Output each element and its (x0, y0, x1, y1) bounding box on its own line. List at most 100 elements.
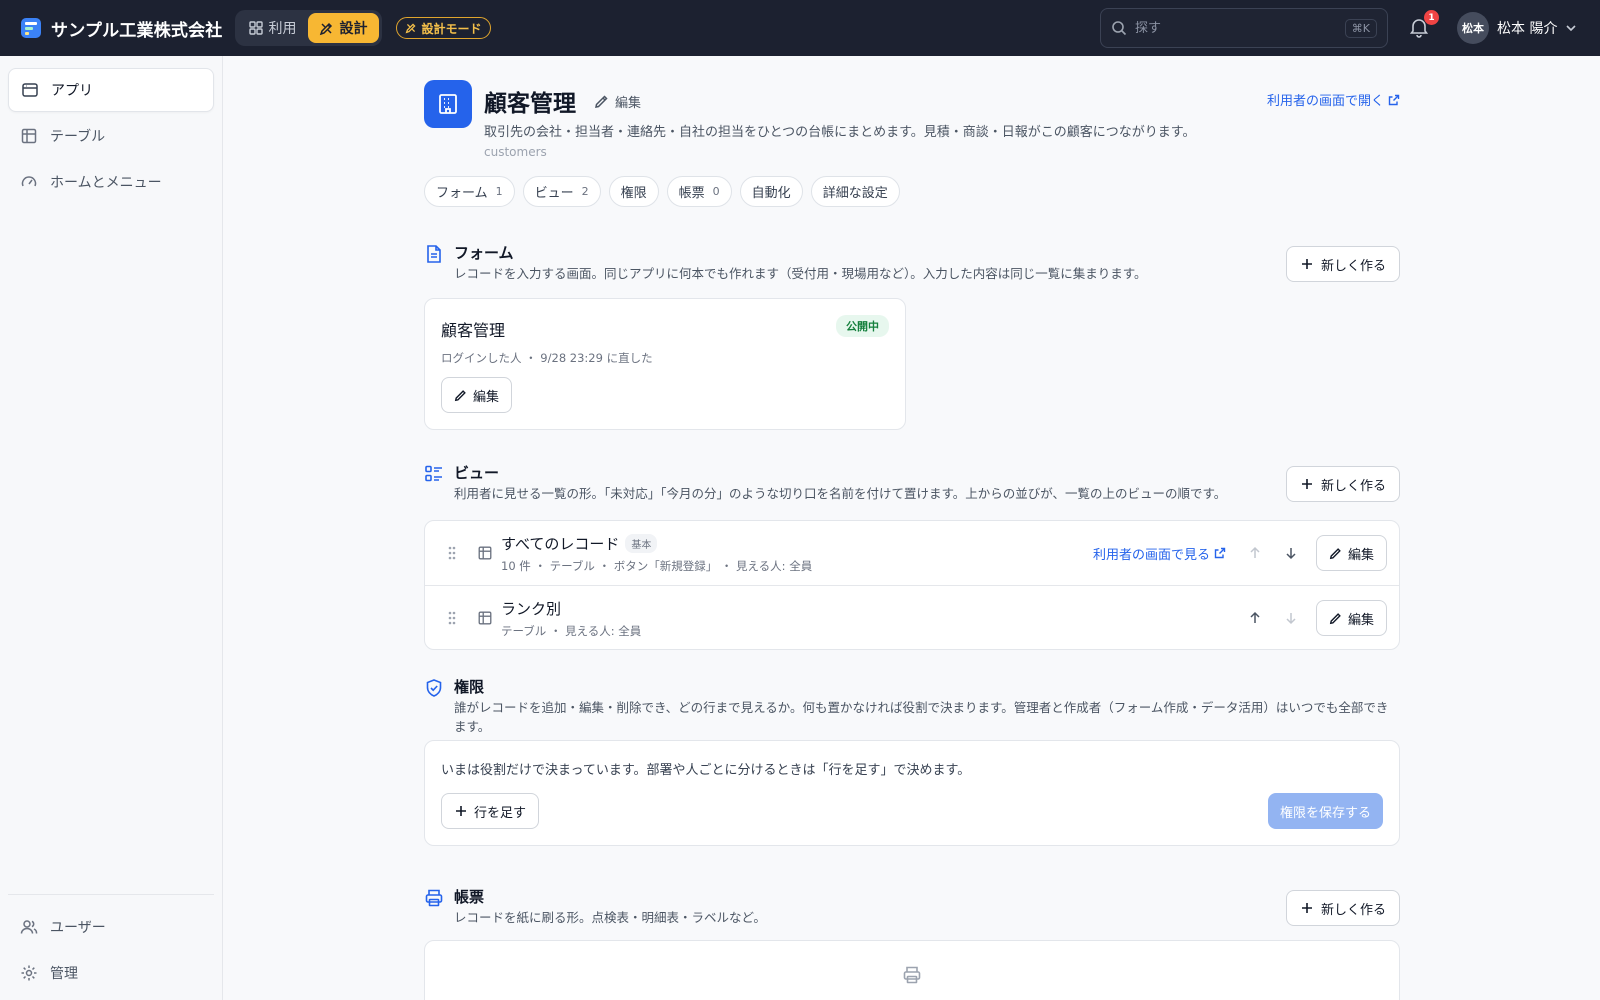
open-user-view-link[interactable]: 利用者の画面で開く (1267, 90, 1400, 109)
list-item: すべてのレコード 基本 10 件 ・ テーブル ・ ボタン「新規登録」 ・ 見え… (425, 521, 1399, 585)
mode-design-button[interactable]: 設計 (307, 13, 379, 43)
mode-switch: 利用 設計 (234, 10, 382, 46)
sidebar-item-home-menu[interactable]: ホームとメニュー (8, 160, 214, 204)
tab-forms[interactable]: フォーム 1 (424, 176, 515, 207)
tab-reports[interactable]: 帳票 0 (666, 176, 732, 207)
search-input[interactable] (1135, 20, 1337, 36)
document-icon (424, 244, 444, 264)
move-up-button[interactable] (1244, 542, 1266, 564)
move-up-button[interactable] (1244, 607, 1266, 629)
move-down-button[interactable] (1280, 542, 1302, 564)
sidebar: アプリ テーブル ホームとメニュー ユーザー 管理 (0, 56, 223, 1000)
new-report-label: 新しく作る (1320, 902, 1386, 918)
edit-view-button[interactable]: 編集 (1315, 600, 1387, 636)
save-permissions-button[interactable]: 権限を保存する (1267, 793, 1383, 829)
view-meta: 10 件 ・ テーブル ・ ボタン「新規登録」 ・ 見える人: 全員 (501, 559, 813, 573)
tab-views[interactable]: ビュー 2 (522, 176, 601, 207)
tab-permissions[interactable]: 権限 (608, 176, 659, 207)
arrow-down-icon (1284, 546, 1298, 560)
tab-advanced-settings[interactable]: 詳細な設定 (810, 176, 900, 207)
company-logo-icon (20, 17, 42, 39)
app-description: 取引先の会社・担当者・連絡先・自社の担当をひとつの台帳にまとめます。見積・商談・… (484, 125, 1196, 140)
table-icon (477, 545, 493, 561)
app-header: 顧客管理 編集 取引先の会社・担当者・連絡先・自社の担当をひとつの台帳にまとめま… (424, 56, 1400, 168)
notification-count-badge: 1 (1424, 10, 1439, 25)
search-shortcut: ⌘K (1344, 18, 1377, 38)
sidebar-item-apps[interactable]: アプリ (8, 68, 214, 112)
sidebar-item-tables[interactable]: テーブル (8, 114, 214, 158)
tab-label: ビュー (534, 186, 574, 201)
external-link-icon (1388, 94, 1400, 106)
view-link-label: 利用者の画面で見る (1092, 547, 1210, 563)
section-tabs: フォーム 1 ビュー 2 権限 帳票 0 自動化 詳細な設定 (424, 176, 1400, 207)
permissions-card: いまは役割だけで決まっています。部署や人ごとに分けるときは「行を足す」で決めます… (424, 740, 1400, 846)
tab-label: 帳票 (678, 186, 705, 201)
chevron-down-icon (1565, 22, 1577, 34)
shield-check-icon (424, 678, 444, 698)
permissions-section: 権限 誰がレコードを追加・編集・削除でき、どの行まで見えるか。何も置かなければ役… (424, 676, 1400, 846)
form-card: 顧客管理 公開中 ログインした人 ・ 9/28 23:29 に直した 編集 (424, 298, 906, 430)
drag-handle-icon[interactable] (447, 545, 457, 561)
edit-label: 編集 (473, 389, 500, 405)
main-content: 顧客管理 編集 取引先の会社・担当者・連絡先・自社の担当をひとつの台帳にまとめま… (424, 56, 1400, 1000)
forms-section-title: フォーム (454, 244, 514, 262)
edit-form-button[interactable]: 編集 (441, 377, 513, 413)
list-item: ランク別 テーブル ・ 見える人: 全員 編集 (425, 585, 1399, 649)
basic-tag: 基本 (625, 534, 658, 553)
views-section-header: ビュー 利用者に見せる一覧の形。「未対応」「今月の分」のような切り口を名前を付け… (424, 462, 1400, 512)
permissions-note: いまは役割だけで決まっています。部署や人ごとに分けるときは「行を足す」で決めます… (441, 763, 971, 778)
views-section-description: 利用者に見せる一覧の形。「未対応」「今月の分」のような切り口を名前を付けて置けま… (454, 486, 1227, 501)
new-view-button[interactable]: 新しく作る (1285, 466, 1400, 502)
add-row-label: 行を足す (474, 805, 527, 821)
mode-use-label: 利用 (268, 21, 297, 37)
app-key: customers (484, 145, 547, 159)
sidebar-item-label: 管理 (50, 966, 78, 982)
user-name: 松本 陽介 (1497, 21, 1558, 37)
open-user-view-label: 利用者の画面で開く (1266, 94, 1384, 109)
tab-automation[interactable]: 自動化 (739, 176, 803, 207)
arrow-down-icon (1284, 611, 1298, 625)
tab-label: 詳細な設定 (822, 186, 888, 201)
views-section-title: ビュー (454, 464, 500, 482)
view-name: ランク別 (501, 598, 561, 619)
notifications-button[interactable]: 1 (1408, 10, 1439, 40)
drag-handle-icon[interactable] (447, 610, 457, 626)
new-report-button[interactable]: 新しく作る (1285, 890, 1400, 926)
view-name: すべてのレコード 基本 (501, 533, 658, 554)
avatar: 松本 (1457, 12, 1489, 44)
edit-label: 編集 (615, 95, 642, 111)
form-card-title: 顧客管理 (441, 321, 506, 340)
table-icon (20, 127, 38, 145)
edit-view-button[interactable]: 編集 (1315, 535, 1387, 571)
form-card-meta: ログインした人 ・ 9/28 23:29 に直した (441, 351, 653, 365)
users-icon (20, 918, 38, 936)
edit-label: 編集 (1347, 547, 1374, 563)
tab-label: 自動化 (751, 186, 791, 201)
plus-icon (1300, 901, 1314, 915)
sidebar-item-users[interactable]: ユーザー (8, 905, 214, 949)
tab-count: 0 (712, 185, 720, 198)
tab-count: 2 (581, 185, 589, 198)
edit-app-button[interactable]: 編集 (594, 92, 641, 111)
reports-section-header: 帳票 レコードを紙に刷る形。点検表・明細表・ラベルなど。 新しく作る (424, 886, 1400, 936)
view-actions: 利用者の画面で見る 編集 (1093, 535, 1387, 571)
view-in-user-screen-link[interactable]: 利用者の画面で見る (1093, 544, 1226, 563)
brand[interactable]: サンプル工業株式会社 (20, 16, 223, 41)
mode-design-label: 設計 (339, 21, 368, 37)
mode-use-button[interactable]: 利用 (238, 13, 308, 43)
add-row-button[interactable]: 行を足す (441, 793, 540, 829)
gear-icon (20, 964, 38, 982)
pencil-icon (594, 94, 609, 109)
reports-section-description: レコードを紙に刷る形。点検表・明細表・ラベルなど。 (454, 910, 766, 925)
user-menu[interactable]: 松本 松本 陽介 (1457, 12, 1577, 44)
app-title-row: 顧客管理 編集 (484, 84, 641, 118)
new-view-label: 新しく作る (1320, 478, 1386, 494)
permissions-section-description: 誰がレコードを追加・編集・削除でき、どの行まで見えるか。何も置かなければ役割で決… (454, 700, 1389, 734)
new-form-button[interactable]: 新しく作る (1285, 246, 1400, 282)
printer-icon (902, 965, 922, 985)
sidebar-item-admin[interactable]: 管理 (8, 951, 214, 995)
move-down-button[interactable] (1280, 607, 1302, 629)
plus-icon (454, 804, 468, 818)
design-mode-label: 設計モード (421, 21, 482, 36)
search-box[interactable]: ⌘K (1100, 8, 1388, 48)
